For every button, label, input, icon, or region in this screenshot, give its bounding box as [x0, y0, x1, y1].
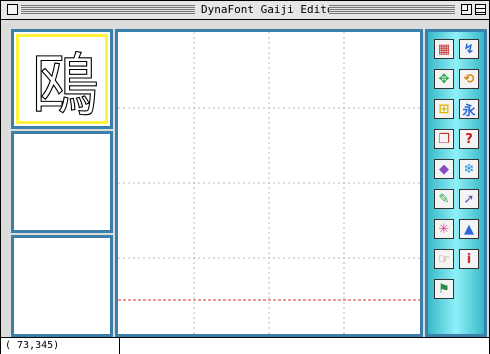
zoom-box[interactable] [461, 4, 472, 15]
glyph-preview-1[interactable]: 鴎 [11, 29, 113, 129]
snowflake-tool-icon: ❄ [463, 161, 475, 177]
arrow-tool-icon: ➚ [463, 191, 475, 207]
shape-tool-icon: ◆ [439, 161, 449, 177]
title-stripes-left [21, 5, 195, 15]
outline-glyph-text: 鴎 [31, 47, 99, 123]
title-stripes-right [329, 5, 455, 15]
canvas-grid [118, 32, 420, 334]
shape-tool-tool-button[interactable]: ◆ [434, 159, 454, 179]
arrow-tool-tool-button[interactable]: ➚ [459, 189, 479, 209]
rotate-tool-button[interactable]: ⟲ [459, 69, 479, 89]
transform-icon: ✳ [438, 221, 450, 237]
add-glyph-tool-button[interactable]: ⊞ [434, 99, 454, 119]
brush-icon: ✎ [438, 191, 450, 207]
status-bar: ( 73,345) [1, 337, 489, 354]
transform-tool-button[interactable]: ✳ [434, 219, 454, 239]
select-figure-icon: ↯ [463, 41, 475, 57]
grid-edit-icon: ▦ [437, 41, 451, 57]
app-window: DynaFont Gaiji Editor 鴎 ▦ ↯ ✥ ⟲ ⊞ 永 ❐? ◆ ❄ ✎ ➚ ✳ ▲ ☞ i… [0, 0, 490, 354]
cursor-coordinates: ( 73,345) [5, 340, 60, 351]
selected-glyph-highlight: 鴎 [16, 34, 108, 124]
title-bar[interactable]: DynaFont Gaiji Editor [1, 1, 489, 20]
move-points-tool-button[interactable]: ✥ [434, 69, 454, 89]
move-points-icon: ✥ [438, 71, 450, 87]
glyph-preview-3[interactable] [11, 235, 113, 337]
paint-bucket-tool-button[interactable]: ▲ [459, 219, 479, 239]
brush-tool-button[interactable]: ✎ [434, 189, 454, 209]
collapse-box[interactable] [475, 4, 486, 15]
tool-palette: ▦ ↯ ✥ ⟲ ⊞ 永 ❐? ◆ ❄ ✎ ➚ ✳ ▲ ☞ i ⚑ [425, 29, 487, 337]
glyph-preview-2[interactable] [11, 131, 113, 233]
outline-glyph-icon: 鴎 [30, 46, 99, 123]
status-divider [119, 338, 120, 354]
edit-canvas[interactable] [115, 29, 423, 337]
run-icon: ⚑ [438, 281, 450, 297]
help-icon: ? [465, 131, 473, 147]
add-glyph-icon: ⊞ [438, 101, 450, 117]
run-tool-button[interactable]: ⚑ [434, 279, 454, 299]
window-title: DynaFont Gaiji Editor [195, 2, 347, 18]
paint-bucket-icon: ▲ [464, 221, 474, 237]
info-icon: i [466, 251, 472, 267]
hand-tool-tool-button[interactable]: ☞ [434, 249, 454, 269]
kanji-stroke-icon: 永 [462, 103, 476, 119]
select-figure-tool-button[interactable]: ↯ [459, 39, 479, 59]
copy-glyph-tool-button[interactable]: ❐ [434, 129, 454, 149]
grid-edit-tool-button[interactable]: ▦ [434, 39, 454, 59]
rotate-icon: ⟲ [463, 71, 475, 87]
help-tool-button[interactable]: ? [459, 129, 479, 149]
info-tool-button[interactable]: i [459, 249, 479, 269]
kanji-stroke-tool-button[interactable]: 永 [459, 99, 479, 119]
snowflake-tool-tool-button[interactable]: ❄ [459, 159, 479, 179]
copy-glyph-icon: ❐ [438, 131, 450, 147]
hand-tool-icon: ☞ [438, 251, 450, 267]
close-box[interactable] [7, 4, 18, 15]
